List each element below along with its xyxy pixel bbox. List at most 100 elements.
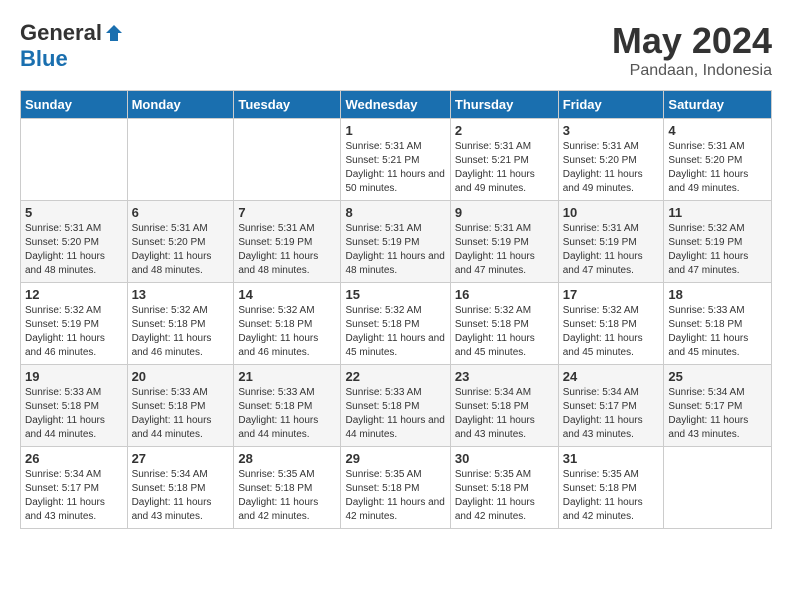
day-number: 7: [238, 205, 336, 220]
calendar-cell: 25Sunrise: 5:34 AM Sunset: 5:17 PM Dayli…: [664, 365, 772, 447]
day-info: Sunrise: 5:32 AM Sunset: 5:18 PM Dayligh…: [455, 304, 554, 360]
calendar-cell: 8Sunrise: 5:31 AM Sunset: 5:19 PM Daylig…: [341, 201, 450, 283]
day-info: Sunrise: 5:34 AM Sunset: 5:18 PM Dayligh…: [455, 386, 554, 442]
day-number: 6: [132, 205, 230, 220]
calendar-cell: 27 Sunrise: 5:34 AM Sunset: 5:18 PM Dayli…: [127, 447, 234, 529]
day-number: 21: [238, 369, 336, 384]
day-number: 24: [563, 369, 660, 384]
calendar-cell: 9 Sunrise: 5:31 AM Sunset: 5:19 PM Daylig…: [450, 201, 558, 283]
calendar-cell: 10Sunrise: 5:31 AM Sunset: 5:19 PM Dayli…: [558, 201, 664, 283]
calendar-week-row: 19 Sunrise: 5:33 AM Sunset: 5:18 PM Dayli…: [21, 365, 772, 447]
day-info: Sunrise: 5:31 AM Sunset: 5:20 PM Dayligh…: [25, 222, 123, 278]
calendar-cell: 20Sunrise: 5:33 AM Sunset: 5:18 PM Dayli…: [127, 365, 234, 447]
day-number: 16: [455, 287, 554, 302]
calendar-cell: 23 Sunrise: 5:34 AM Sunset: 5:18 PM Dayli…: [450, 365, 558, 447]
calendar-cell: 3 Sunrise: 5:31 AM Sunset: 5:20 PM Daylig…: [558, 119, 664, 201]
day-number: 23: [455, 369, 554, 384]
day-info: Sunrise: 5:33 AM Sunset: 5:18 PM Dayligh…: [345, 386, 445, 442]
calendar-cell: [21, 119, 128, 201]
day-info: Sunrise: 5:31 AM Sunset: 5:20 PM Dayligh…: [563, 140, 660, 196]
day-number: 31: [563, 451, 660, 466]
day-info: Sunrise: 5:31 AM Sunset: 5:21 PM Dayligh…: [345, 140, 445, 196]
day-info: Sunrise: 5:32 AM Sunset: 5:19 PM Dayligh…: [668, 222, 767, 278]
day-info: Sunrise: 5:34 AM Sunset: 5:17 PM Dayligh…: [25, 468, 123, 524]
day-info: Sunrise: 5:32 AM Sunset: 5:18 PM Dayligh…: [345, 304, 445, 360]
day-number: 28: [238, 451, 336, 466]
day-info: Sunrise: 5:34 AM Sunset: 5:18 PM Dayligh…: [132, 468, 230, 524]
day-info: Sunrise: 5:34 AM Sunset: 5:17 PM Dayligh…: [563, 386, 660, 442]
calendar-cell: [664, 447, 772, 529]
day-number: 12: [25, 287, 123, 302]
logo: General Blue: [20, 20, 124, 72]
day-number: 3: [563, 123, 660, 138]
day-number: 5: [25, 205, 123, 220]
calendar-cell: 5 Sunrise: 5:31 AM Sunset: 5:20 PM Daylig…: [21, 201, 128, 283]
weekday-header: Saturday: [664, 91, 772, 119]
logo-blue: Blue: [20, 46, 68, 72]
calendar-cell: 17Sunrise: 5:32 AM Sunset: 5:18 PM Dayli…: [558, 283, 664, 365]
day-info: Sunrise: 5:35 AM Sunset: 5:18 PM Dayligh…: [238, 468, 336, 524]
day-number: 13: [132, 287, 230, 302]
day-number: 29: [345, 451, 445, 466]
calendar-cell: 13 Sunrise: 5:32 AM Sunset: 5:18 PM Dayli…: [127, 283, 234, 365]
page-header: General Blue May 2024 Pandaan, Indonesia: [20, 20, 772, 80]
day-number: 1: [345, 123, 445, 138]
day-number: 25: [668, 369, 767, 384]
day-info: Sunrise: 5:31 AM Sunset: 5:20 PM Dayligh…: [132, 222, 230, 278]
day-number: 2: [455, 123, 554, 138]
weekday-header: Wednesday: [341, 91, 450, 119]
calendar-cell: 18 Sunrise: 5:33 AM Sunset: 5:18 PM Dayli…: [664, 283, 772, 365]
calendar-cell: 19Sunrise: 5:33 AM Sunset: 5:18 PM Dayli…: [21, 365, 128, 447]
calendar-header-row: SundayMondayTuesdayWednesdayThursdayFrid…: [21, 91, 772, 119]
day-info: Sunrise: 5:31 AM Sunset: 5:19 PM Dayligh…: [563, 222, 660, 278]
calendar-cell: 28 Sunrise: 5:35 AM Sunset: 5:18 PM Dayli…: [234, 447, 341, 529]
calendar-cell: 26 Sunrise: 5:34 AM Sunset: 5:17 PM Dayli…: [21, 447, 128, 529]
day-number: 11: [668, 205, 767, 220]
day-number: 26: [25, 451, 123, 466]
day-number: 4: [668, 123, 767, 138]
weekday-header: Friday: [558, 91, 664, 119]
day-info: Sunrise: 5:33 AM Sunset: 5:18 PM Dayligh…: [238, 386, 336, 442]
day-info: Sunrise: 5:32 AM Sunset: 5:18 PM Dayligh…: [563, 304, 660, 360]
calendar: SundayMondayTuesdayWednesdayThursdayFrid…: [20, 90, 772, 529]
calendar-cell: 24 Sunrise: 5:34 AM Sunset: 5:17 PM Dayli…: [558, 365, 664, 447]
day-number: 27: [132, 451, 230, 466]
calendar-cell: 16 Sunrise: 5:32 AM Sunset: 5:18 PM Dayli…: [450, 283, 558, 365]
calendar-cell: 21 Sunrise: 5:33 AM Sunset: 5:18 PM Dayli…: [234, 365, 341, 447]
day-number: 22: [345, 369, 445, 384]
day-number: 9: [455, 205, 554, 220]
weekday-header: Thursday: [450, 91, 558, 119]
day-info: Sunrise: 5:32 AM Sunset: 5:18 PM Dayligh…: [132, 304, 230, 360]
day-info: Sunrise: 5:31 AM Sunset: 5:19 PM Dayligh…: [345, 222, 445, 278]
day-info: Sunrise: 5:35 AM Sunset: 5:18 PM Dayligh…: [345, 468, 445, 524]
calendar-cell: 2Sunrise: 5:31 AM Sunset: 5:21 PM Daylig…: [450, 119, 558, 201]
calendar-cell: 11 Sunrise: 5:32 AM Sunset: 5:19 PM Dayli…: [664, 201, 772, 283]
day-info: Sunrise: 5:31 AM Sunset: 5:19 PM Dayligh…: [238, 222, 336, 278]
calendar-cell: 1 Sunrise: 5:31 AM Sunset: 5:21 PM Daylig…: [341, 119, 450, 201]
calendar-week-row: 26 Sunrise: 5:34 AM Sunset: 5:17 PM Dayli…: [21, 447, 772, 529]
logo-icon: [104, 23, 124, 43]
day-info: Sunrise: 5:33 AM Sunset: 5:18 PM Dayligh…: [132, 386, 230, 442]
calendar-week-row: 1 Sunrise: 5:31 AM Sunset: 5:21 PM Daylig…: [21, 119, 772, 201]
calendar-week-row: 12 Sunrise: 5:32 AM Sunset: 5:19 PM Dayli…: [21, 283, 772, 365]
day-number: 14: [238, 287, 336, 302]
calendar-cell: 4 Sunrise: 5:31 AM Sunset: 5:20 PM Daylig…: [664, 119, 772, 201]
day-number: 15: [345, 287, 445, 302]
day-info: Sunrise: 5:31 AM Sunset: 5:19 PM Dayligh…: [455, 222, 554, 278]
day-number: 19: [25, 369, 123, 384]
weekday-header: Tuesday: [234, 91, 341, 119]
calendar-cell: 15 Sunrise: 5:32 AM Sunset: 5:18 PM Dayli…: [341, 283, 450, 365]
logo-general: General: [20, 20, 102, 46]
location: Pandaan, Indonesia: [612, 62, 772, 80]
calendar-cell: 12 Sunrise: 5:32 AM Sunset: 5:19 PM Dayli…: [21, 283, 128, 365]
calendar-cell: 7 Sunrise: 5:31 AM Sunset: 5:19 PM Daylig…: [234, 201, 341, 283]
title-area: May 2024 Pandaan, Indonesia: [612, 20, 772, 80]
day-info: Sunrise: 5:32 AM Sunset: 5:19 PM Dayligh…: [25, 304, 123, 360]
day-number: 18: [668, 287, 767, 302]
day-info: Sunrise: 5:31 AM Sunset: 5:20 PM Dayligh…: [668, 140, 767, 196]
day-info: Sunrise: 5:33 AM Sunset: 5:18 PM Dayligh…: [668, 304, 767, 360]
calendar-cell: [127, 119, 234, 201]
weekday-header: Sunday: [21, 91, 128, 119]
weekday-header: Monday: [127, 91, 234, 119]
day-info: Sunrise: 5:32 AM Sunset: 5:18 PM Dayligh…: [238, 304, 336, 360]
